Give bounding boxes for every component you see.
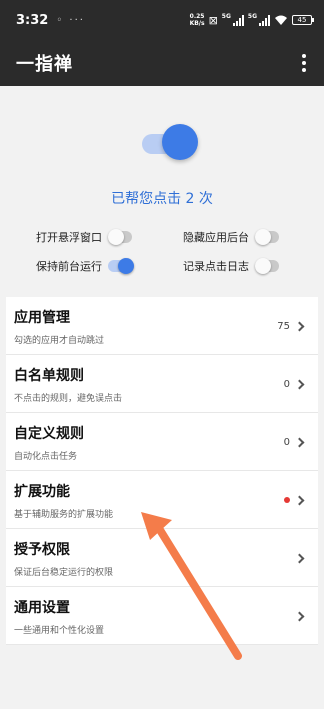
annotation-arrow-icon [141,512,242,660]
